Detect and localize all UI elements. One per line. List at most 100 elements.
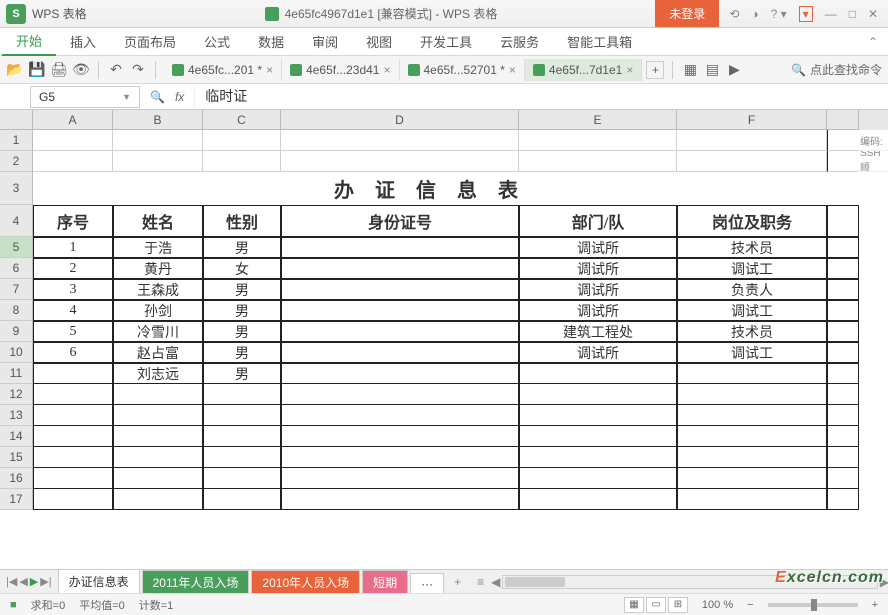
add-tab-icon[interactable]: +: [646, 61, 664, 79]
cell-D8[interactable]: [281, 300, 519, 321]
cell-C15[interactable]: [203, 447, 281, 468]
menu-开发工具[interactable]: 开发工具: [406, 28, 486, 56]
undo-icon[interactable]: ↶: [107, 61, 125, 79]
cell-F9[interactable]: 技术员: [677, 321, 827, 342]
cell-F2[interactable]: [677, 151, 827, 172]
cell-C16[interactable]: [203, 468, 281, 489]
row-header-16[interactable]: 16: [0, 468, 33, 489]
col-header-A[interactable]: A: [33, 110, 113, 130]
cell-1[interactable]: [827, 130, 859, 151]
cell-C5[interactable]: 男: [203, 237, 281, 258]
close-icon[interactable]: ×: [626, 63, 633, 77]
cell-D9[interactable]: [281, 321, 519, 342]
col-header-B[interactable]: B: [113, 110, 203, 130]
sheet-tab[interactable]: ···: [410, 573, 444, 595]
cell-E12[interactable]: [519, 384, 677, 405]
open-icon[interactable]: 📂: [6, 61, 24, 79]
col-header-D[interactable]: D: [281, 110, 519, 130]
cell-D12[interactable]: [281, 384, 519, 405]
scroll-left-icon[interactable]: ◀: [491, 575, 500, 589]
cell-C14[interactable]: [203, 426, 281, 447]
tool-icon-2[interactable]: ▤: [703, 61, 721, 79]
cell-C6[interactable]: 女: [203, 258, 281, 279]
cell-D1[interactable]: [281, 130, 519, 151]
cell-E11[interactable]: [519, 363, 677, 384]
cell-B14[interactable]: [113, 426, 203, 447]
row-header-5[interactable]: 5: [0, 237, 33, 258]
menu-审阅[interactable]: 审阅: [298, 28, 352, 56]
minimize-icon[interactable]: —: [825, 7, 837, 21]
cell-12[interactable]: [827, 384, 859, 405]
cell-C2[interactable]: [203, 151, 281, 172]
sheet-nav-prev[interactable]: ◀: [19, 575, 27, 588]
row-header-12[interactable]: 12: [0, 384, 33, 405]
cell-16[interactable]: [827, 468, 859, 489]
cell-D4[interactable]: 身份证号: [281, 205, 519, 237]
view-page-button[interactable]: ▭: [646, 597, 666, 613]
maximize-icon[interactable]: □: [849, 7, 856, 21]
sheet-nav-next[interactable]: ▶: [30, 575, 38, 588]
redo-icon[interactable]: ↷: [129, 61, 147, 79]
cell-A5[interactable]: 1: [33, 237, 113, 258]
zoom-in-button[interactable]: +: [872, 599, 878, 611]
cell-11[interactable]: [827, 363, 859, 384]
print-preview-icon[interactable]: 👁: [72, 61, 90, 79]
cell-C13[interactable]: [203, 405, 281, 426]
zoom-slider[interactable]: [768, 603, 858, 607]
menu-插入[interactable]: 插入: [56, 28, 110, 56]
cell-F16[interactable]: [677, 468, 827, 489]
ribbon-toggle-icon[interactable]: ▾: [799, 6, 813, 22]
cell-6[interactable]: [827, 258, 859, 279]
sheet-list-button[interactable]: ≡: [469, 572, 492, 592]
cell-D13[interactable]: [281, 405, 519, 426]
cell-B7[interactable]: 王森成: [113, 279, 203, 300]
fx-label[interactable]: fx: [175, 90, 184, 104]
doc-tab[interactable]: 4e65f...52701 *×: [400, 59, 525, 81]
name-box[interactable]: G5 ▼: [30, 86, 140, 108]
settings-icon[interactable]: ◑: [751, 7, 758, 21]
save-icon[interactable]: 💾: [28, 61, 46, 79]
spreadsheet-grid[interactable]: ABCDEF 1234567891011121314151617 办 证 信 息…: [0, 110, 888, 560]
cell-9[interactable]: [827, 321, 859, 342]
menu-云服务[interactable]: 云服务: [486, 28, 553, 56]
cell-A10[interactable]: 6: [33, 342, 113, 363]
cell-B15[interactable]: [113, 447, 203, 468]
menu-数据[interactable]: 数据: [244, 28, 298, 56]
cell-E6[interactable]: 调试所: [519, 258, 677, 279]
doc-tab[interactable]: 4e65f...7d1e1×: [525, 59, 642, 81]
cell-A7[interactable]: 3: [33, 279, 113, 300]
close-icon[interactable]: ×: [383, 63, 390, 77]
cell-A12[interactable]: [33, 384, 113, 405]
row-header-11[interactable]: 11: [0, 363, 33, 384]
cell-B17[interactable]: [113, 489, 203, 510]
cell-A8[interactable]: 4: [33, 300, 113, 321]
cell-A16[interactable]: [33, 468, 113, 489]
cell-D10[interactable]: [281, 342, 519, 363]
row-header-8[interactable]: 8: [0, 300, 33, 321]
row-header-14[interactable]: 14: [0, 426, 33, 447]
sheet-tab[interactable]: 办证信息表: [58, 569, 140, 595]
cell-C10[interactable]: 男: [203, 342, 281, 363]
sheet-nav-first[interactable]: |◀: [6, 575, 17, 588]
select-all-corner[interactable]: [0, 110, 33, 130]
cell-B11[interactable]: 刘志远: [113, 363, 203, 384]
row-header-10[interactable]: 10: [0, 342, 33, 363]
row-header-17[interactable]: 17: [0, 489, 33, 510]
col-header-C[interactable]: C: [203, 110, 281, 130]
cell-E7[interactable]: 调试所: [519, 279, 677, 300]
cell-D14[interactable]: [281, 426, 519, 447]
col-header-F[interactable]: F: [677, 110, 827, 130]
row-header-9[interactable]: 9: [0, 321, 33, 342]
cell-B9[interactable]: 冷雪川: [113, 321, 203, 342]
cell-C9[interactable]: 男: [203, 321, 281, 342]
cell-D17[interactable]: [281, 489, 519, 510]
doc-tab[interactable]: 4e65f...23d41×: [282, 59, 399, 81]
scrollbar-thumb[interactable]: [505, 577, 565, 587]
print-direct-icon[interactable]: 🖨: [50, 61, 68, 79]
close-icon[interactable]: ×: [509, 63, 516, 77]
cell-B2[interactable]: [113, 151, 203, 172]
row-header-7[interactable]: 7: [0, 279, 33, 300]
cell-8[interactable]: [827, 300, 859, 321]
sheet-nav-last[interactable]: ▶|: [40, 575, 51, 588]
cell-E1[interactable]: [519, 130, 677, 151]
